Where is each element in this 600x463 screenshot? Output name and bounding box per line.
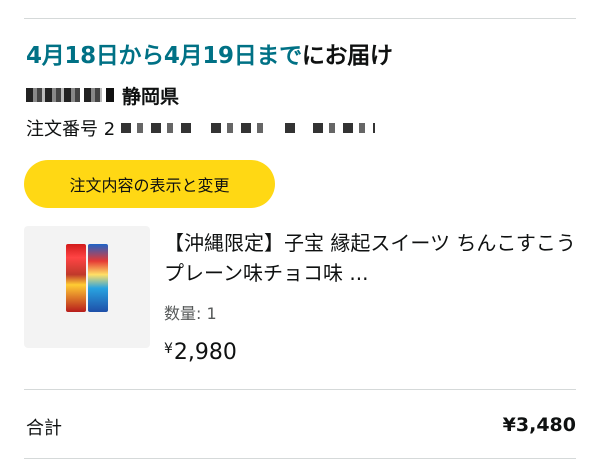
redacted-order-number bbox=[285, 123, 300, 133]
view-edit-order-button[interactable]: 注文内容の表示と変更 bbox=[24, 160, 275, 208]
order-number-label: 注文番号 2 bbox=[26, 119, 116, 140]
order-number: 注文番号 2 bbox=[26, 116, 376, 140]
delivery-estimate: 4月18日から4月19日までにお届け bbox=[26, 36, 393, 70]
bottom-divider bbox=[24, 458, 576, 459]
address-prefecture: 静岡県 bbox=[122, 85, 180, 108]
redacted-order-number bbox=[211, 123, 272, 133]
product-price: ¥2,980 bbox=[164, 340, 237, 365]
shipping-address: 静岡県 bbox=[26, 82, 179, 108]
product-title-link[interactable]: 【沖縄限定】子宝 縁起スイーツ ちんこすこう プレーン味チョコ味 ... bbox=[164, 228, 576, 288]
delivery-suffix: にお届け bbox=[301, 43, 393, 69]
top-divider bbox=[24, 18, 576, 19]
product-quantity: 数量: 1 bbox=[164, 304, 217, 323]
total-label: 合計 bbox=[26, 418, 62, 439]
order-summary-card: 4月18日から4月19日までにお届け 静岡県 注文番号 2 注文内容の表示と変更… bbox=[0, 0, 600, 463]
redacted-name-part bbox=[106, 88, 114, 102]
product-image-pack-2 bbox=[88, 244, 108, 312]
product-thumbnail[interactable] bbox=[24, 226, 150, 348]
currency-symbol: ¥ bbox=[164, 341, 173, 357]
price-value: 2,980 bbox=[173, 340, 237, 365]
redacted-name bbox=[26, 88, 80, 102]
delivery-date-range: 4月18日から4月19日まで bbox=[26, 43, 302, 69]
redacted-order-number bbox=[121, 123, 198, 133]
product-image-pack-1 bbox=[66, 244, 86, 312]
summary-divider bbox=[24, 389, 576, 390]
total-value: ¥3,480 bbox=[502, 414, 576, 436]
redacted-order-number bbox=[313, 123, 376, 133]
redacted-name-part bbox=[84, 88, 102, 102]
